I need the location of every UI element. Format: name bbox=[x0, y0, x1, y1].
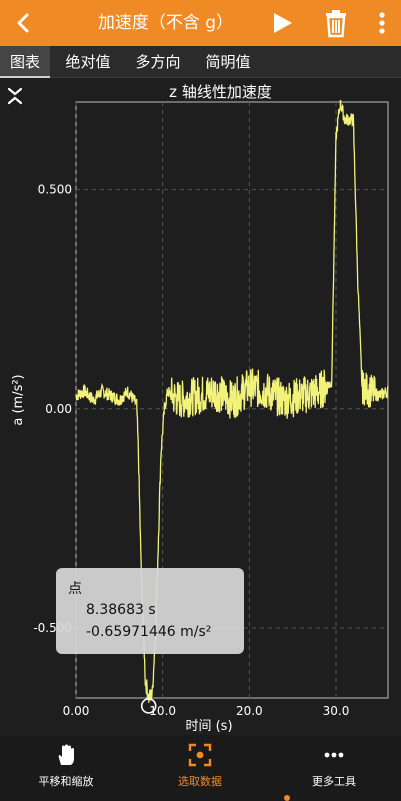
point-tooltip: 点 8.38683 s -0.65971446 m/s² bbox=[56, 568, 244, 654]
tooltip-y-value: -0.65971446 m/s² bbox=[86, 624, 212, 640]
select-data-button[interactable]: 选取数据 bbox=[140, 735, 260, 801]
x-tick-label: 0.00 bbox=[63, 704, 90, 718]
y-tick-label: 0.00 bbox=[45, 402, 72, 416]
hand-icon bbox=[58, 744, 74, 765]
bottom-toolbar: 平移和缩放 选取数据 更多工具 bbox=[0, 735, 401, 801]
tab-multi-direction[interactable]: 多方向 bbox=[126, 46, 190, 78]
x-axis-label: 时间 (s) bbox=[185, 719, 232, 734]
y-tick-label: 0.500 bbox=[38, 183, 72, 197]
select-data-icon bbox=[188, 743, 212, 767]
play-icon[interactable] bbox=[268, 9, 296, 37]
app-bar: 加速度（不含 g） bbox=[0, 0, 401, 46]
tooltip-title: 点 bbox=[68, 581, 82, 597]
page-title: 加速度（不含 g） bbox=[97, 13, 234, 33]
x-tick-label: 20.0 bbox=[236, 704, 263, 718]
tab-bar: 图表 绝对值 多方向 简明值 bbox=[0, 46, 401, 78]
more-vertical-icon[interactable] bbox=[372, 9, 392, 37]
y-axis-label: a (m/s²) bbox=[11, 374, 26, 425]
more-tools-label: 更多工具 bbox=[312, 775, 356, 788]
tab-graph[interactable]: 图表 bbox=[0, 46, 50, 78]
tab-absolute[interactable]: 绝对值 bbox=[56, 46, 120, 78]
pan-zoom-label: 平移和缩放 bbox=[38, 775, 94, 788]
back-icon[interactable] bbox=[10, 9, 38, 37]
x-tick-label: 30.0 bbox=[323, 704, 350, 718]
more-tools-button[interactable]: 更多工具 bbox=[274, 735, 394, 801]
home-indicator bbox=[284, 795, 290, 801]
tab-simple[interactable]: 简明值 bbox=[196, 46, 260, 78]
select-data-label: 选取数据 bbox=[178, 775, 222, 788]
more-horizontal-icon bbox=[324, 752, 344, 758]
pan-zoom-button[interactable]: 平移和缩放 bbox=[6, 735, 126, 801]
tooltip-x-value: 8.38683 s bbox=[86, 602, 156, 618]
trash-icon[interactable] bbox=[320, 7, 352, 39]
